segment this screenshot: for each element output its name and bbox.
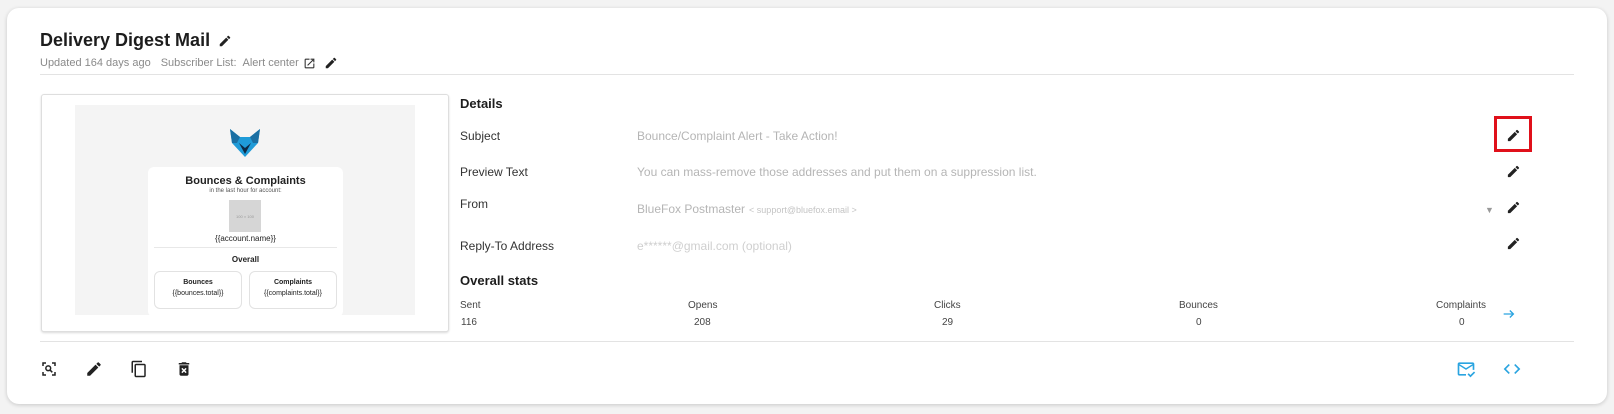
email-placeholder-image: 100 × 100: [229, 200, 261, 232]
stat-bounces-label: Bounces: [1179, 300, 1218, 311]
email-preview-canvas: Bounces & Complaints in the last hour fo…: [75, 105, 415, 317]
pencil-icon: [1507, 237, 1519, 249]
subject-label: Subject: [460, 129, 501, 143]
delete-icon: [178, 362, 190, 376]
template-card: Delivery Digest Mail Updated 164 days ag…: [7, 8, 1607, 404]
stat-sent-value: 116: [461, 317, 477, 328]
view-code-button[interactable]: [1501, 358, 1523, 380]
stat-complaints-label: Complaints: [1436, 300, 1487, 311]
mail-check-icon: [1457, 362, 1476, 378]
from-email: < support@bluefox.email >: [749, 205, 857, 215]
copy-icon: [131, 360, 146, 378]
email-box-label: Bounces: [183, 279, 213, 286]
edit-preview-text-button[interactable]: [1504, 162, 1522, 180]
email-box-value: {{complaints.total}}: [264, 290, 322, 297]
updated-text: Updated 164 days ago: [40, 57, 151, 69]
pencil-icon: [87, 362, 101, 376]
subscriber-list-value: Alert center: [242, 57, 299, 69]
stat-clicks-value: 29: [942, 317, 954, 328]
preview-text-label: Preview Text: [460, 165, 528, 179]
edit-subscriber-list-icon[interactable]: [324, 56, 338, 70]
title-row: Delivery Digest Mail: [40, 30, 232, 51]
overall-stats-heading: Overall stats: [460, 273, 539, 288]
stat-complaints-value: 0: [1459, 317, 1465, 328]
email-overall-label: Overall: [231, 255, 260, 264]
pencil-icon: [1507, 201, 1519, 213]
meta-row: Updated 164 days ago Subscriber List: Al…: [40, 56, 348, 70]
preview-text-value[interactable]: You can mass-remove those addresses and …: [637, 165, 1037, 179]
bluefox-logo-icon: [228, 127, 262, 164]
preview-search-button[interactable]: [38, 358, 60, 380]
code-icon: [1503, 364, 1521, 374]
details-heading: Details: [460, 96, 503, 111]
open-in-new-icon[interactable]: [303, 57, 316, 70]
email-bounces-box: Bounces {{bounces.total}}: [154, 271, 242, 309]
page-title: Delivery Digest Mail: [40, 30, 211, 50]
reply-to-value[interactable]: e******@gmail.com (optional): [637, 239, 792, 253]
edit-from-button[interactable]: [1504, 198, 1522, 216]
email-account-variable: {{account.name}}: [215, 234, 276, 243]
stat-bounces-value: 0: [1196, 317, 1202, 328]
edit-title-icon[interactable]: [218, 34, 232, 48]
pencil-icon: [1507, 165, 1519, 177]
from-name: BlueFox Postmaster: [637, 202, 746, 216]
email-heading: Bounces & Complaints: [185, 175, 306, 187]
subject-value[interactable]: Bounce/Complaint Alert - Take Action!: [637, 129, 838, 143]
send-test-button[interactable]: [1455, 358, 1477, 380]
arrow-right-icon[interactable]: [1501, 306, 1517, 327]
from-select[interactable]: BlueFox Postmaster < support@bluefox.emai…: [637, 202, 857, 216]
subscriber-list-label: Subscriber List:: [160, 57, 237, 69]
chevron-down-icon[interactable]: ▼: [1485, 205, 1494, 215]
email-content-card: Bounces & Complaints in the last hour fo…: [148, 167, 343, 317]
from-label: From: [460, 197, 488, 211]
stat-opens-value: 208: [694, 317, 711, 328]
email-divider: [154, 247, 337, 248]
email-complaints-box: Complaints {{complaints.total}}: [249, 271, 337, 309]
stat-opens-label: Opens: [688, 300, 718, 311]
email-subheading: in the last hour for account:: [209, 188, 282, 194]
search-preview-icon: [42, 362, 56, 376]
highlight-box: [1494, 116, 1532, 152]
stat-clicks-label: Clicks: [934, 300, 961, 311]
email-box-value: {{bounces.total}}: [172, 290, 224, 297]
email-box-label: Complaints: [273, 279, 313, 286]
edit-reply-to-button[interactable]: [1504, 234, 1522, 252]
edit-template-button[interactable]: [83, 358, 105, 380]
email-preview[interactable]: Bounces & Complaints in the last hour fo…: [41, 94, 449, 332]
reply-to-label: Reply-To Address: [460, 239, 555, 253]
footer-divider: [40, 341, 1574, 342]
header-divider: [40, 74, 1574, 75]
duplicate-button[interactable]: [128, 358, 150, 380]
stat-sent-label: Sent: [460, 300, 481, 311]
delete-button[interactable]: [173, 358, 195, 380]
